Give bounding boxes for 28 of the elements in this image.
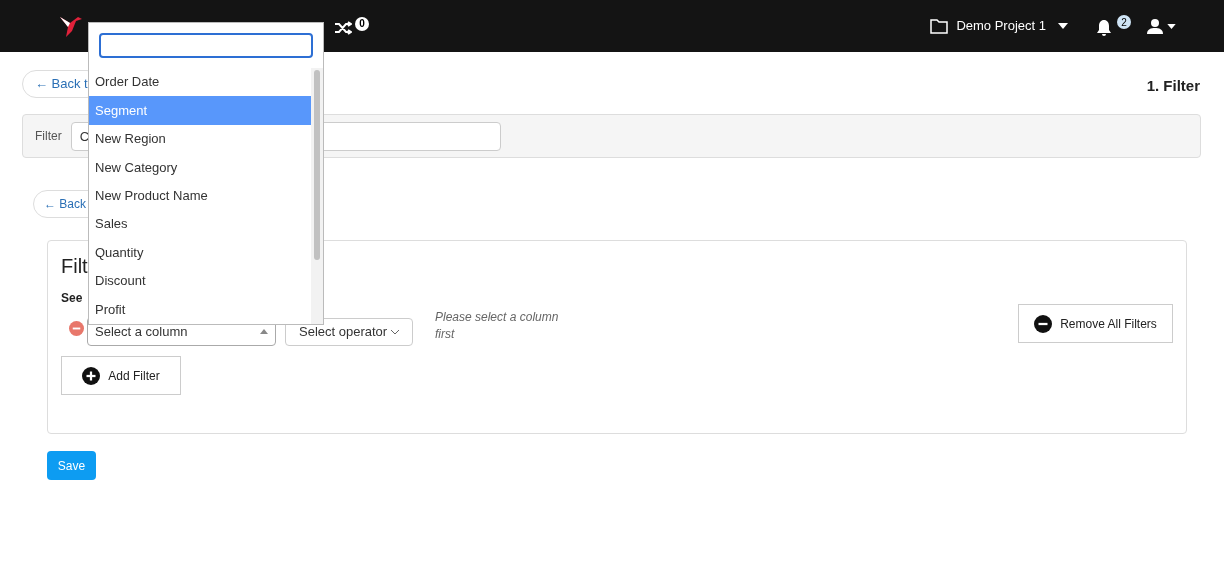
add-filter-button[interactable]: Add Filter: [61, 356, 181, 395]
user-icon: [1147, 18, 1163, 34]
dropdown-option[interactable]: Quantity: [89, 238, 311, 267]
scrollbar[interactable]: [311, 68, 323, 324]
remove-all-filters-button[interactable]: Remove All Filters: [1018, 304, 1173, 343]
minus-circle-icon: [1034, 314, 1053, 333]
card-description: See: [61, 290, 83, 307]
plus-circle-icon: [82, 366, 101, 385]
user-menu[interactable]: [1147, 18, 1176, 34]
shuffle-count-badge: 0: [355, 16, 369, 31]
folder-icon: [930, 18, 949, 34]
filter-label: Filter: [35, 128, 62, 145]
step-title: 1. Filter: [1146, 76, 1200, 97]
dropdown-search-field[interactable]: [99, 33, 313, 58]
hint-text: Please select a column first: [435, 309, 560, 343]
shuffle-icon[interactable]: [334, 19, 352, 36]
caret-icon: [1058, 23, 1068, 29]
dropdown-option[interactable]: New Category: [89, 153, 311, 182]
project-selector[interactable]: Demo Project 1: [930, 16, 1068, 36]
dropdown-option[interactable]: New Region: [89, 124, 311, 154]
chevron-down-icon: [391, 329, 399, 335]
notification-count-badge: 2: [1117, 15, 1131, 29]
card-heading: Filt: [61, 254, 88, 279]
caret-icon: [1167, 23, 1176, 29]
bell-icon[interactable]: [1096, 19, 1112, 37]
remove-icon[interactable]: [69, 321, 84, 336]
caret-icon: [260, 329, 268, 334]
dropdown-option[interactable]: Discount: [89, 266, 311, 296]
